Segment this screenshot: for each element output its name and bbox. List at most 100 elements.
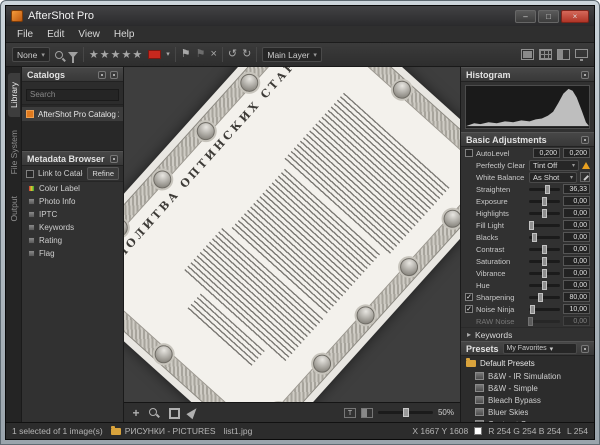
value-straighten[interactable]: 36,33 (563, 184, 590, 194)
slider-sharpening[interactable] (529, 292, 560, 302)
pin-icon[interactable] (581, 135, 589, 144)
slider-handle[interactable] (528, 316, 534, 326)
value-autolevel-2[interactable]: 0,200 (563, 148, 590, 158)
single-view-icon[interactable] (521, 49, 534, 60)
dropdown-perfectly-clear[interactable]: Tint Off ▾ (529, 159, 579, 171)
checkbox-noise-ninja[interactable]: ✓ (465, 305, 473, 313)
slideshow-view-icon[interactable] (575, 49, 588, 61)
value-highlights[interactable]: 0,00 (563, 208, 590, 218)
refine-button[interactable]: Refine (87, 167, 119, 180)
preset-item-bleach-bypass[interactable]: Bleach Bypass (461, 394, 594, 406)
search-icon[interactable] (54, 50, 63, 59)
zoom-tool-icon[interactable] (149, 407, 157, 416)
pan-tool-icon[interactable]: + (130, 407, 142, 419)
slider-handle[interactable] (541, 256, 547, 266)
star-icon[interactable]: ★ (121, 49, 132, 61)
histogram-header[interactable]: Histogram (461, 67, 594, 82)
compare-toggle-icon[interactable] (360, 407, 373, 418)
zoom-slider-handle[interactable] (402, 408, 409, 417)
menu-file[interactable]: File (10, 29, 40, 40)
slider-handle[interactable] (541, 268, 547, 278)
slider-saturation[interactable] (529, 256, 560, 266)
sidebar-tab-file-system[interactable]: File System (8, 121, 20, 183)
rotate-left-icon[interactable]: ↺ (228, 49, 237, 60)
slider-handle[interactable] (545, 184, 551, 194)
color-label-swatch[interactable] (148, 50, 162, 59)
checkbox-sharpening[interactable]: ✓ (465, 293, 473, 301)
preset-folder[interactable]: Default Presets (461, 357, 594, 370)
dropdown-white-balance[interactable]: As Shot ▾ (529, 171, 577, 183)
flag-pick-icon[interactable]: ⚑ (181, 49, 191, 60)
close-button[interactable]: × (561, 9, 589, 23)
thumbnail-toggle-icon[interactable]: T (343, 407, 356, 418)
preset-item-bluer-skies[interactable]: Bluer Skies (461, 406, 594, 418)
pin-icon[interactable] (581, 344, 589, 353)
title-bar[interactable]: AfterShot Pro – □ × (6, 6, 594, 26)
slider-highlights[interactable] (529, 208, 560, 218)
value-fill-light[interactable]: 0,00 (563, 220, 590, 230)
eyedropper-icon[interactable] (580, 172, 590, 182)
straighten-tool-icon[interactable] (186, 405, 200, 419)
slider-handle[interactable] (530, 304, 536, 314)
folder-path[interactable]: РИСУНКИ - PICTURES (110, 425, 215, 436)
slider-vibrance[interactable] (529, 268, 560, 278)
slider-fill-light[interactable] (529, 220, 560, 230)
keywords-section[interactable]: ▸ Keywords (461, 327, 594, 341)
minimize-button[interactable]: – (515, 9, 536, 23)
metadata-item-keywords[interactable]: Keywords (22, 221, 123, 234)
flag-reject-icon[interactable]: ⚑ (196, 49, 206, 60)
value-exposure[interactable]: 0,00 (563, 196, 590, 206)
checkbox-autolevel[interactable] (465, 149, 473, 157)
value-saturation[interactable]: 0,00 (563, 256, 590, 266)
metadata-item-flag[interactable]: Flag (22, 247, 123, 260)
star-icon[interactable]: ★ (100, 49, 111, 61)
search-input[interactable] (26, 88, 119, 101)
slider-handle[interactable] (541, 196, 547, 206)
maximize-button[interactable]: □ (538, 9, 559, 23)
filter-icon[interactable] (67, 51, 78, 63)
crop-tool-icon[interactable] (169, 407, 178, 417)
layer-dropdown[interactable]: Main Layer ▾ (262, 47, 322, 62)
value-autolevel-1[interactable]: 0,200 (533, 148, 560, 158)
slider-handle[interactable] (529, 220, 535, 230)
menu-view[interactable]: View (71, 29, 107, 40)
preset-item-b-w-ir-simulation[interactable]: B&W - IR Simulation (461, 370, 594, 382)
sidebar-tab-output[interactable]: Output (8, 187, 20, 231)
metadata-item-rating[interactable]: Rating (22, 234, 123, 247)
pin-icon[interactable] (581, 70, 589, 79)
rating-stars[interactable]: ★★★★★ (89, 48, 143, 61)
catalogs-header[interactable]: Catalogs (22, 67, 123, 82)
slider-handle[interactable] (541, 244, 547, 254)
sidebar-tab-library[interactable]: Library (7, 73, 20, 117)
value-hue[interactable]: 0,00 (563, 280, 590, 290)
preset-item-b-w-simple[interactable]: B&W - Simple (461, 382, 594, 394)
pin-icon[interactable] (110, 154, 118, 163)
filter-preset-dropdown[interactable]: None ▾ (12, 47, 50, 62)
zoom-slider[interactable] (377, 408, 433, 417)
thumbnail-grid-view-icon[interactable] (539, 49, 552, 60)
presets-header[interactable]: Presets My Favorites ▾ (461, 341, 594, 356)
slider-handle[interactable] (541, 280, 547, 290)
value-contrast[interactable]: 0,00 (563, 244, 590, 254)
metadata-browser-header[interactable]: Metadata Browser (22, 151, 123, 166)
slider-exposure[interactable] (529, 196, 560, 206)
value-vibrance[interactable]: 0,00 (563, 268, 590, 278)
metadata-item-photo-info[interactable]: Photo Info (22, 195, 123, 208)
star-icon[interactable]: ★ (111, 49, 122, 61)
metadata-item-color-label[interactable]: Color Label (22, 182, 123, 195)
value-sharpening[interactable]: 80,00 (563, 292, 590, 302)
basic-adjustments-header[interactable]: Basic Adjustments (461, 132, 594, 147)
slider-straighten[interactable] (529, 184, 560, 194)
preset-collection-dropdown[interactable]: My Favorites ▾ (502, 343, 577, 354)
slider-raw-noise[interactable] (528, 316, 560, 326)
slider-handle[interactable] (531, 232, 537, 242)
split-view-icon[interactable] (557, 49, 570, 60)
link-to-catalogs-checkbox[interactable] (26, 169, 34, 178)
add-catalog-icon[interactable] (98, 70, 106, 79)
slider-noise-ninja[interactable] (529, 304, 560, 314)
menu-help[interactable]: Help (107, 29, 142, 40)
menu-edit[interactable]: Edit (40, 29, 71, 40)
slider-blacks[interactable] (529, 232, 560, 242)
slider-hue[interactable] (529, 280, 560, 290)
value-noise-ninja[interactable]: 10,00 (563, 304, 590, 314)
